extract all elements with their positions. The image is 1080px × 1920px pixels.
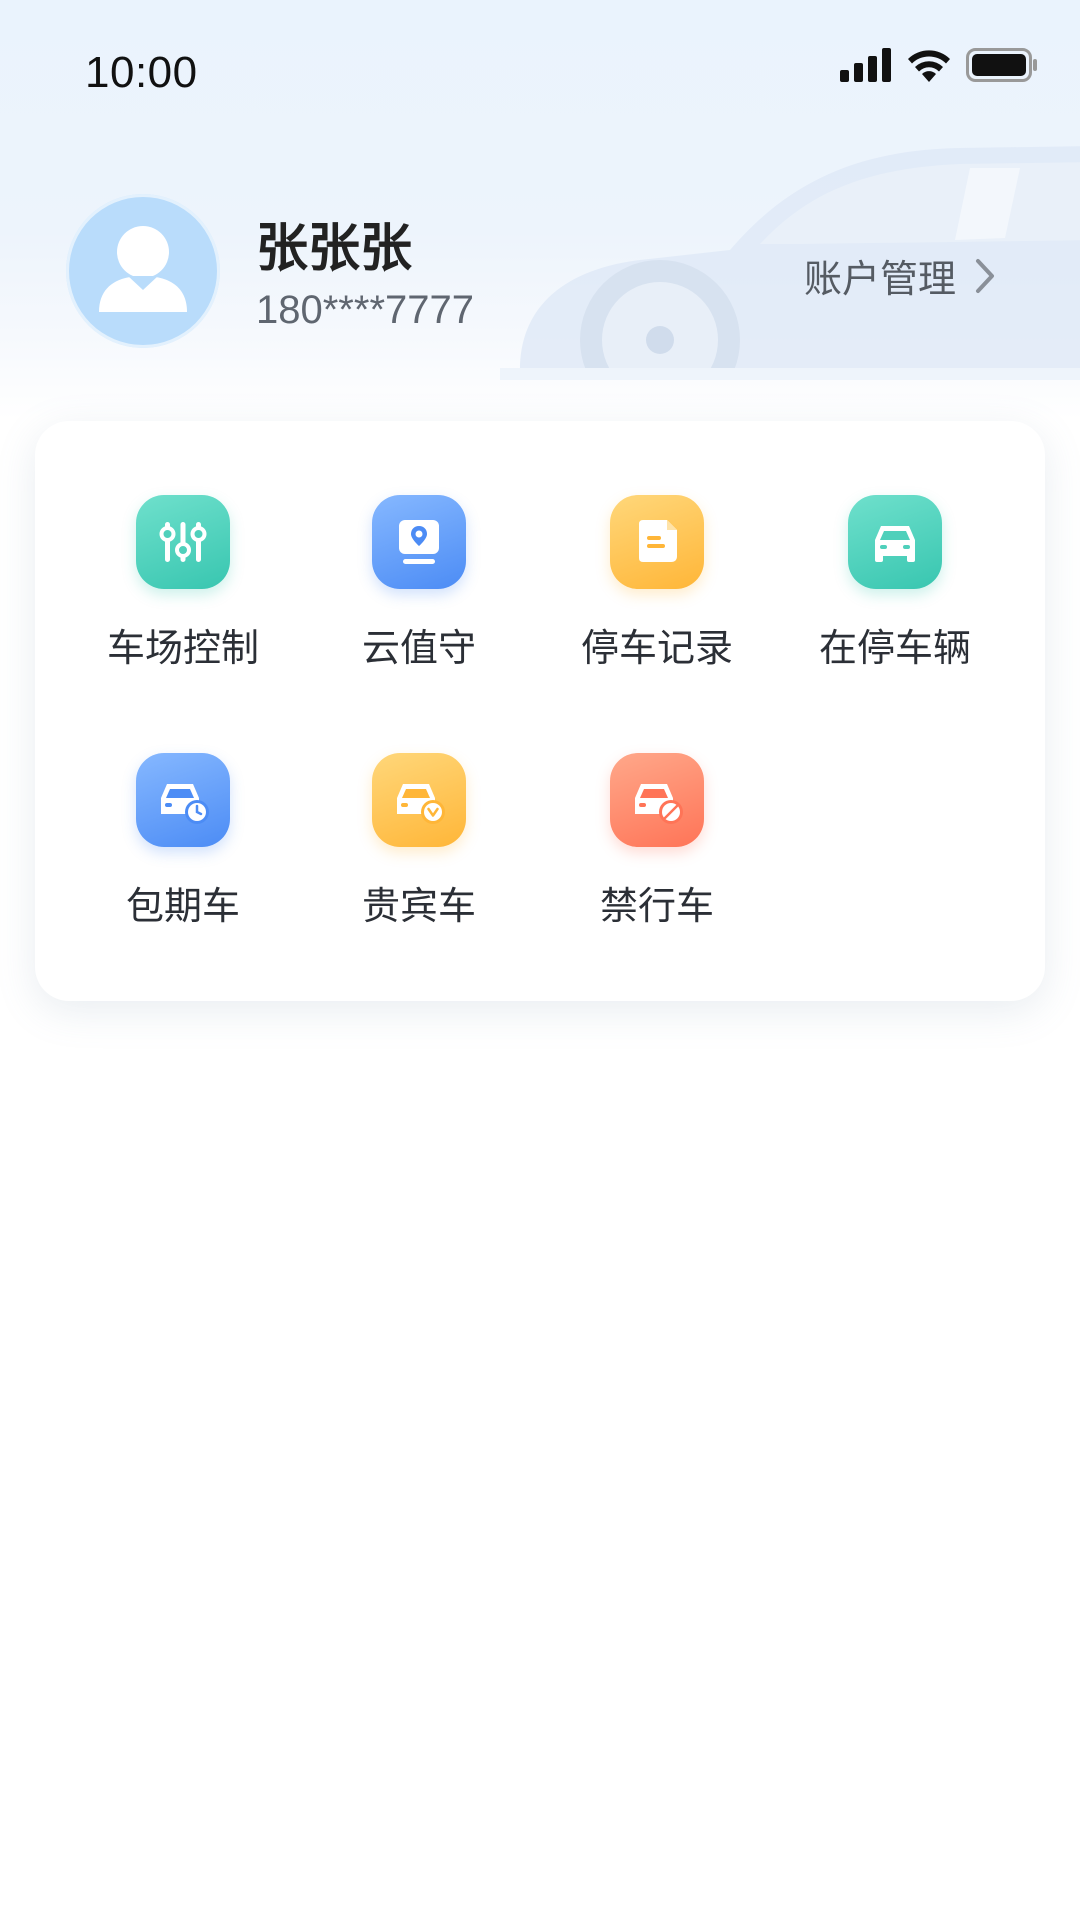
sliders-icon <box>136 495 230 589</box>
menu-item-label: 在停车辆 <box>818 626 971 670</box>
chevron-right-icon <box>976 258 994 293</box>
function-menu-card: 车场控制 云值守 停车记录 在停车辆 包期车 贵宾车 禁行车 <box>35 421 1045 1001</box>
user-avatar-icon <box>99 226 187 312</box>
status-time: 10:00 <box>85 48 198 97</box>
menu-item-label: 贵宾车 <box>361 884 476 928</box>
account-management-label: 账户管理 <box>803 257 956 301</box>
menu-item-vip-vehicles[interactable]: 贵宾车 <box>301 753 537 953</box>
menu-item-label: 禁行车 <box>599 884 714 928</box>
wifi-icon <box>908 50 950 82</box>
monitor-location-icon <box>372 495 466 589</box>
battery-icon <box>966 48 1037 82</box>
car-clock-icon <box>136 753 230 847</box>
menu-item-label: 停车记录 <box>580 626 733 670</box>
avatar[interactable] <box>66 194 220 348</box>
car-icon <box>848 495 942 589</box>
record-note-icon <box>610 495 704 589</box>
car-vip-icon <box>372 753 466 847</box>
status-icons <box>840 48 1038 82</box>
menu-item-cloud-duty[interactable]: 云值守 <box>301 495 537 695</box>
menu-item-lot-control[interactable]: 车场控制 <box>65 495 301 695</box>
user-phone: 180****7777 <box>256 288 474 332</box>
menu-item-label: 云值守 <box>361 626 476 670</box>
menu-item-parking-records[interactable]: 停车记录 <box>539 495 775 695</box>
profile-section: 张张张 180****7777 账户管理 <box>0 180 1080 370</box>
user-name: 张张张 <box>256 219 413 279</box>
menu-item-vehicles-parked[interactable]: 在停车辆 <box>777 495 1013 695</box>
menu-item-label: 车场控制 <box>106 626 259 670</box>
status-bar: 10:00 <box>0 0 1080 150</box>
account-management-link[interactable]: 账户管理 <box>804 248 996 303</box>
car-banned-icon <box>610 753 704 847</box>
menu-item-banned-vehicles[interactable]: 禁行车 <box>539 753 775 953</box>
cellular-signal-icon <box>840 48 891 82</box>
menu-item-period-vehicles[interactable]: 包期车 <box>65 753 301 953</box>
menu-item-label: 包期车 <box>125 884 240 928</box>
